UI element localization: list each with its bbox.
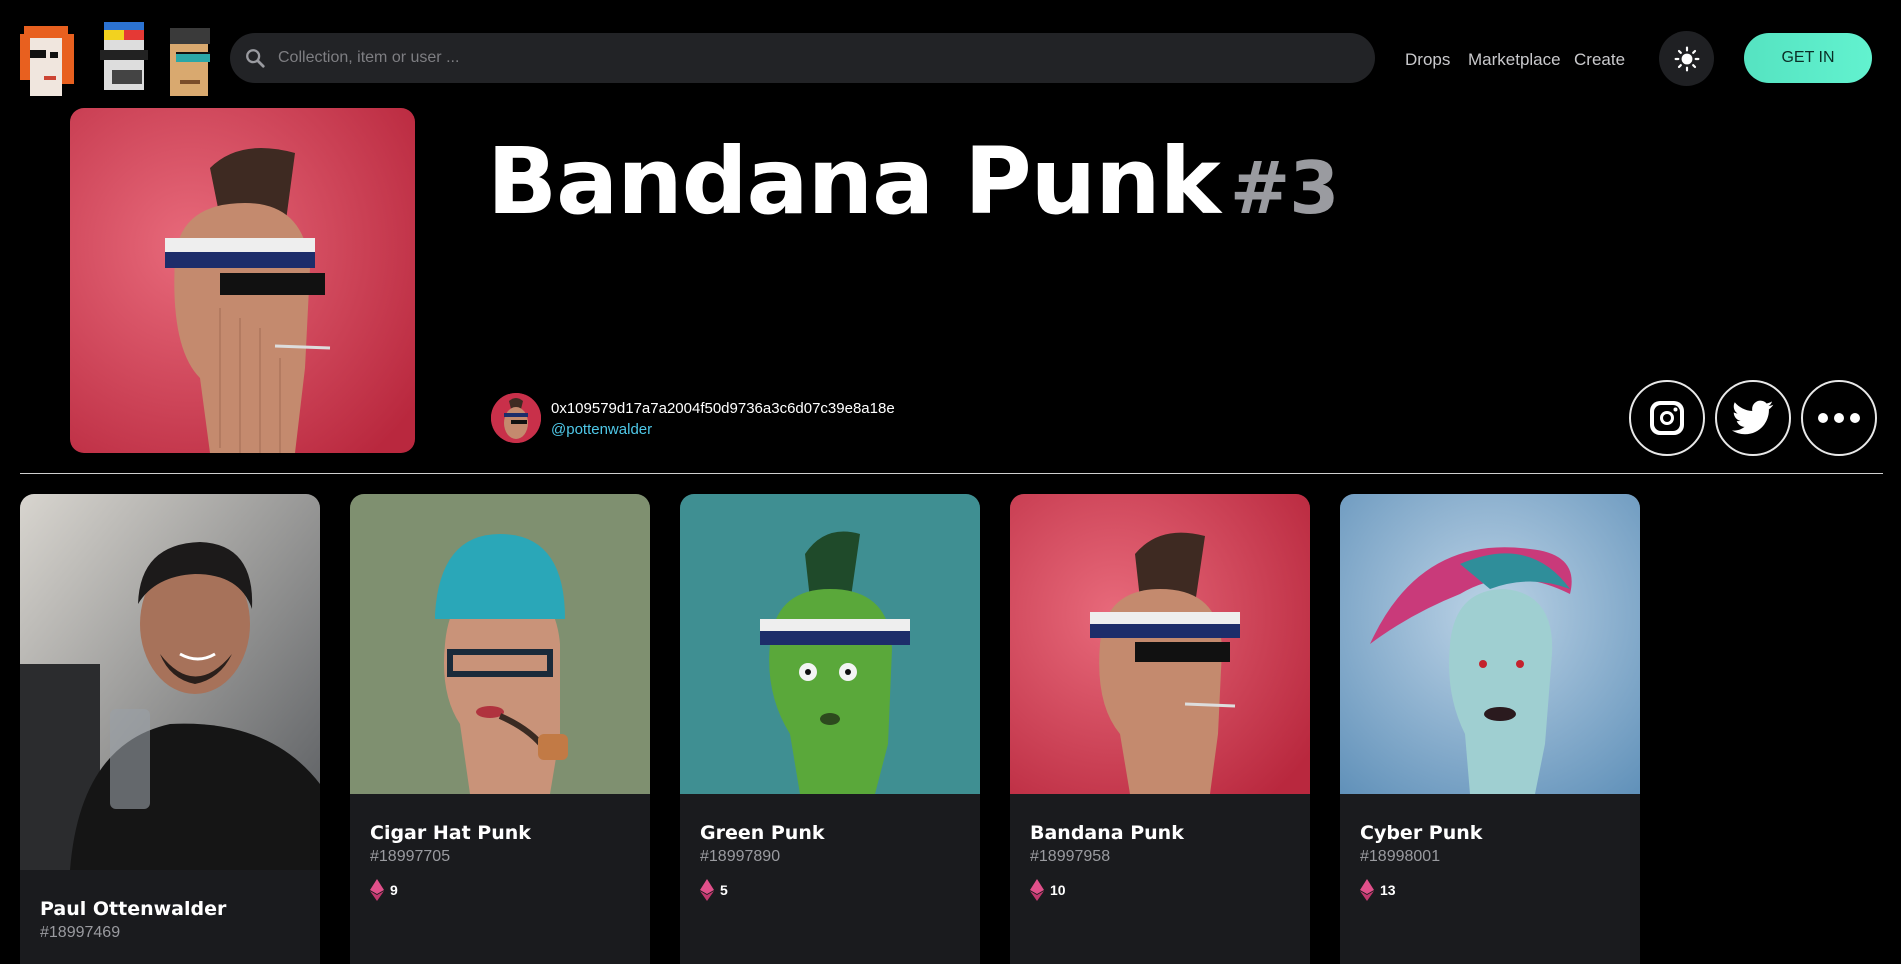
card-id: #18997469 xyxy=(40,924,121,941)
card-image xyxy=(20,494,320,870)
ethereum-icon xyxy=(370,879,384,901)
nav-marketplace[interactable]: Marketplace xyxy=(1468,50,1561,70)
section-divider xyxy=(20,473,1883,474)
top-header: Drops Marketplace Create GET IN xyxy=(0,0,1901,116)
theme-toggle-button[interactable] xyxy=(1659,31,1714,86)
title-number: #3 xyxy=(1229,146,1339,230)
card-id: #18998001 xyxy=(1360,848,1441,865)
twitter-button[interactable] xyxy=(1715,380,1791,456)
instagram-icon xyxy=(1650,401,1684,435)
owner-address: 0x109579d17a7a2004f50d9736a3c6d07c39e8a1… xyxy=(551,400,895,417)
owner-handle-link[interactable]: @pottenwalder xyxy=(551,421,652,438)
search-icon xyxy=(246,49,265,68)
twitter-icon xyxy=(1732,400,1774,435)
ethereum-icon xyxy=(1360,879,1374,901)
title-text: Bandana Punk xyxy=(487,128,1221,235)
card-id: #18997890 xyxy=(700,848,781,865)
card-id: #18997958 xyxy=(1030,848,1111,865)
card-price: 10 xyxy=(1030,879,1066,901)
card-title: Cyber Punk xyxy=(1360,822,1483,844)
card-title: Paul Ottenwalder xyxy=(40,898,227,920)
site-logo[interactable] xyxy=(20,20,220,98)
collection-card[interactable]: Paul Ottenwalder #18997469 xyxy=(20,494,320,964)
more-options-button[interactable] xyxy=(1801,380,1877,456)
collection-card[interactable]: Cigar Hat Punk #18997705 9 xyxy=(350,494,650,964)
card-title: Bandana Punk xyxy=(1030,822,1184,844)
page-title: Bandana Punk #3 xyxy=(487,128,1339,235)
ethereum-icon xyxy=(700,879,714,901)
nav-create[interactable]: Create xyxy=(1574,50,1625,70)
more-icon xyxy=(1818,413,1860,423)
card-price-value: 5 xyxy=(720,882,728,898)
collection-card[interactable]: Bandana Punk #18997958 10 xyxy=(1010,494,1310,964)
card-price: 9 xyxy=(370,879,398,901)
search-input[interactable] xyxy=(278,49,1278,67)
card-title: Green Punk xyxy=(700,822,825,844)
instagram-button[interactable] xyxy=(1629,380,1705,456)
card-price-value: 10 xyxy=(1050,882,1066,898)
nav-drops[interactable]: Drops xyxy=(1405,50,1450,70)
hero-nft-image xyxy=(70,108,415,453)
card-title: Cigar Hat Punk xyxy=(370,822,531,844)
get-in-button[interactable]: GET IN xyxy=(1744,33,1872,83)
card-image xyxy=(1340,494,1640,794)
card-image xyxy=(1010,494,1310,794)
sun-icon xyxy=(1674,46,1699,71)
card-image xyxy=(680,494,980,794)
search-bar[interactable] xyxy=(230,33,1375,83)
card-price-value: 13 xyxy=(1380,882,1396,898)
collection-card[interactable]: Green Punk #18997890 5 xyxy=(680,494,980,964)
card-price: 5 xyxy=(700,879,728,901)
ethereum-icon xyxy=(1030,879,1044,901)
card-image xyxy=(350,494,650,794)
card-price-value: 9 xyxy=(390,882,398,898)
card-price: 13 xyxy=(1360,879,1396,901)
owner-avatar[interactable] xyxy=(491,393,541,443)
card-id: #18997705 xyxy=(370,848,451,865)
collection-card[interactable]: Cyber Punk #18998001 13 xyxy=(1340,494,1640,964)
